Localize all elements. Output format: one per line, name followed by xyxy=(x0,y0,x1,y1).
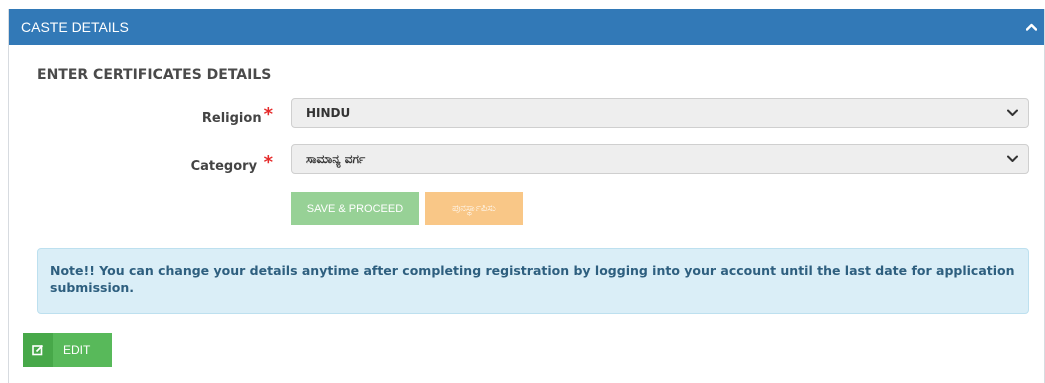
note-text: Note!! You can change your details anyti… xyxy=(50,263,1015,295)
caste-details-panel: CASTE DETAILS ENTER CERTIFICATES DETAILS… xyxy=(8,9,1045,383)
edit-icon xyxy=(23,333,53,367)
edit-button-label: EDIT xyxy=(63,343,91,357)
category-label-text: Category xyxy=(190,159,258,174)
category-label: Category * xyxy=(73,152,273,175)
category-select[interactable]: ಸಾಮಾನ್ಯ ವರ್ಗ xyxy=(291,144,1029,174)
chevron-up-icon[interactable] xyxy=(1024,9,1038,45)
religion-selected-value: HINDU xyxy=(306,106,351,120)
panel-header[interactable]: CASTE DETAILS xyxy=(9,9,1044,45)
panel-title: CASTE DETAILS xyxy=(21,19,129,35)
required-marker: * xyxy=(263,152,273,173)
religion-select[interactable]: HINDU xyxy=(291,98,1029,128)
category-selected-value: ಸಾಮಾನ್ಯ ವರ್ಗ xyxy=(306,152,366,166)
chevron-down-icon xyxy=(1006,99,1018,127)
edit-button[interactable]: EDIT xyxy=(23,333,112,367)
info-note: Note!! You can change your details anyti… xyxy=(37,248,1029,314)
required-marker: * xyxy=(263,104,273,125)
religion-label: Religion * xyxy=(73,104,273,127)
religion-label-text: Religion xyxy=(201,111,262,126)
reset-button[interactable]: ಪುನರ್ಸ್ಥಾಪಿಸು xyxy=(425,192,523,225)
section-title: ENTER CERTIFICATES DETAILS xyxy=(37,67,272,83)
chevron-down-icon xyxy=(1006,145,1018,173)
save-proceed-button[interactable]: SAVE & PROCEED xyxy=(291,192,419,225)
